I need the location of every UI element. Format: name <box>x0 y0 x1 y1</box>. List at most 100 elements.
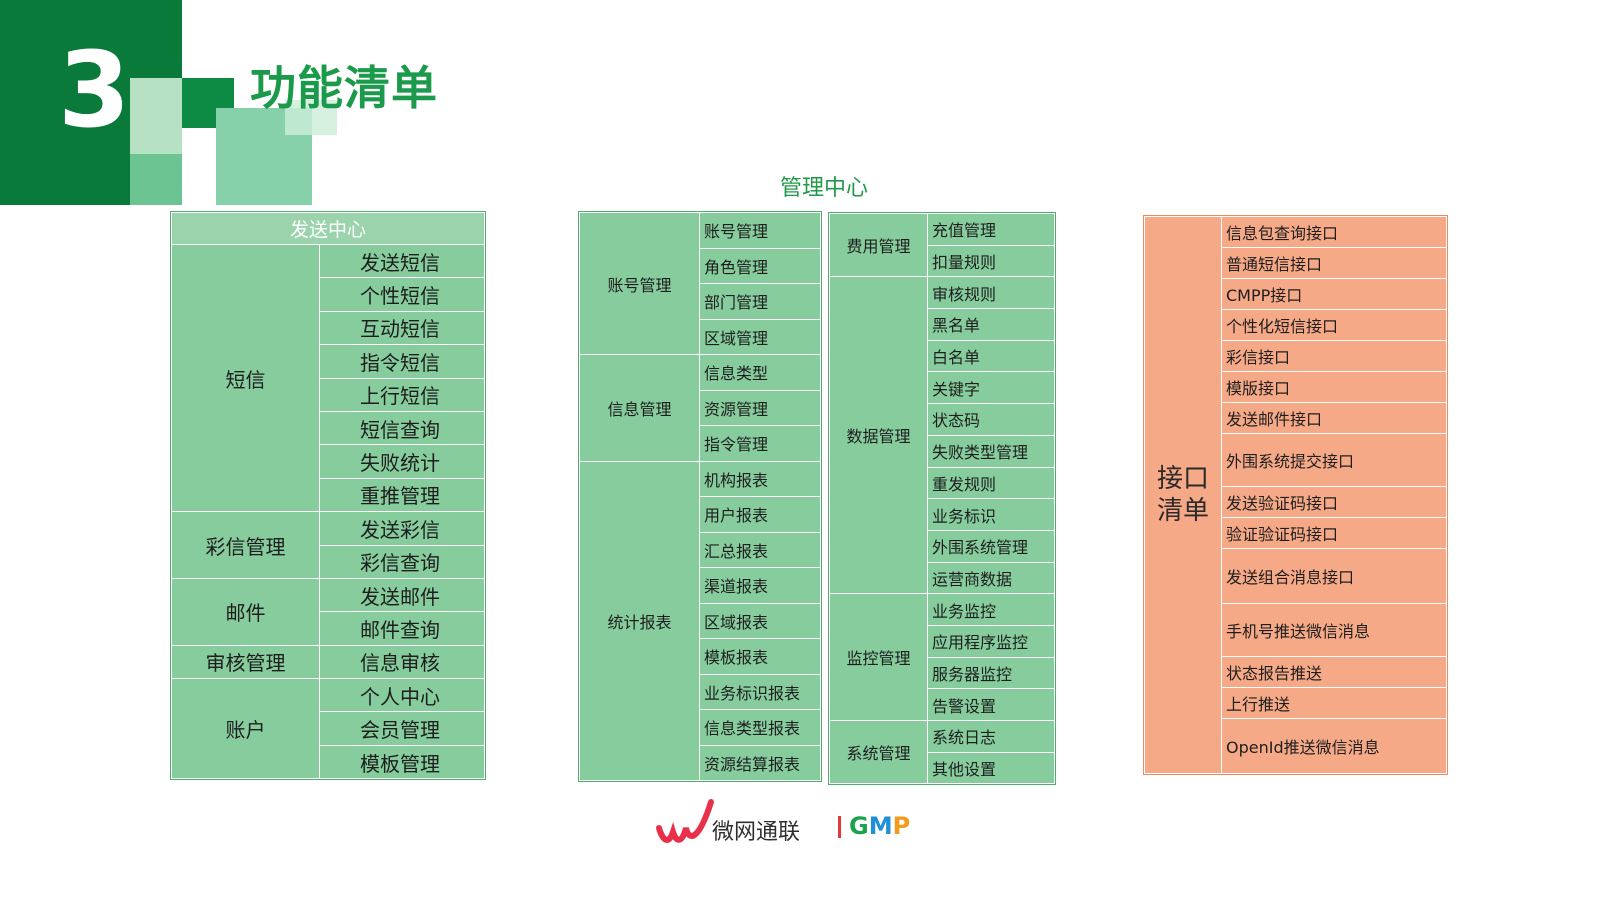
table-row: 系统管理 系统日志 <box>829 719 1055 785</box>
decor-square-mid <box>130 154 182 205</box>
item-cell: 外围系统管理 <box>927 529 1055 563</box>
item-cell: 业务监控 <box>927 593 1055 626</box>
table-row: 费用管理 充值管理 <box>829 212 1055 278</box>
item-cell: 指令管理 <box>699 425 821 462</box>
item-cell: 互动短信 <box>318 310 486 346</box>
item-cell: 信息类型报表 <box>699 709 821 746</box>
api-item-cell: 个性化短信接口 <box>1221 309 1447 341</box>
category-cell: 监控管理 <box>829 593 928 721</box>
api-item-cell: 状态报告推送 <box>1221 656 1447 688</box>
category-cell: 邮件 <box>171 577 320 646</box>
item-cell: 短信查询 <box>318 410 486 446</box>
item-cell: 重发规则 <box>927 466 1055 500</box>
decor-square-light <box>130 78 182 154</box>
table-row: 数据管理 审核规则 <box>829 276 1055 595</box>
item-cell: 扣量规则 <box>927 244 1055 278</box>
brand-divider <box>838 816 841 838</box>
mgmt-center-title: 管理中心 <box>780 176 869 201</box>
api-list-table: 接口 清单 信息包查询接口 普通短信接口 CMPP接口 个性化短信接口 彩信接口 模版接口 发送… <box>1143 215 1448 775</box>
item-cell: 模板报表 <box>699 638 821 675</box>
api-item-cell: 手机号推送微信消息 <box>1221 603 1447 657</box>
item-cell: 系统日志 <box>927 720 1055 753</box>
item-cell: 角色管理 <box>699 247 821 284</box>
api-item-cell: 发送验证码接口 <box>1221 486 1447 518</box>
item-cell: 业务标识报表 <box>699 673 821 710</box>
category-cell: 彩信管理 <box>171 511 320 579</box>
brand-letter-g: G <box>849 812 869 840</box>
table-row: 审核管理 信息审核 <box>171 644 486 680</box>
item-cell: 状态码 <box>927 403 1055 436</box>
item-cell: 发送邮件 <box>318 577 486 613</box>
item-cell: 失败类型管理 <box>927 434 1055 468</box>
category-cell: 审核管理 <box>171 644 320 680</box>
item-cell: 失败统计 <box>318 444 486 479</box>
table-row: 监控管理 业务监控 <box>829 593 1055 721</box>
category-cell: 系统管理 <box>829 719 928 785</box>
item-cell: 个人中心 <box>318 678 486 713</box>
item-cell: 资源管理 <box>699 389 821 426</box>
api-item-cell: 发送组合消息接口 <box>1221 548 1447 604</box>
item-cell: 用户报表 <box>699 496 821 533</box>
item-cell: 上行短信 <box>318 377 486 412</box>
mgmt-left-table: 账号管理 账号管理 角色管理 部门管理 区域管理 信息管理 信息类型 资源管理 指令管理 统计报表… <box>578 211 822 782</box>
api-item-cell: 模版接口 <box>1221 371 1447 403</box>
api-item-cell: OpenId推送微信消息 <box>1221 718 1447 774</box>
api-item-cell: CMPP接口 <box>1221 278 1447 310</box>
category-cell: 信息管理 <box>579 354 700 462</box>
brand-letter-m: M <box>868 812 893 840</box>
table-row: 统计报表 机构报表 <box>579 460 821 781</box>
item-cell: 发送短信 <box>318 243 486 279</box>
item-cell: 应用程序监控 <box>927 624 1055 658</box>
item-cell: 资源结算报表 <box>699 744 821 781</box>
brand-product: GMP <box>849 812 910 840</box>
item-cell: 白名单 <box>927 339 1055 373</box>
item-cell: 服务器监控 <box>927 656 1055 690</box>
item-cell: 区域报表 <box>699 602 821 639</box>
item-cell: 重推管理 <box>318 477 486 513</box>
table-row: 邮件 发送邮件 <box>171 577 486 646</box>
page-title: 功能清单 <box>250 61 438 115</box>
send-center-header: 发送中心 <box>170 212 486 245</box>
api-label-cell: 接口 清单 <box>1144 216 1222 774</box>
api-item-cell: 上行推送 <box>1221 687 1447 719</box>
item-cell: 充值管理 <box>927 213 1055 246</box>
table-row: 信息管理 信息类型 <box>579 354 821 462</box>
table-row: 账号管理 账号管理 <box>579 212 821 355</box>
item-cell: 运营商数据 <box>927 561 1055 595</box>
api-label-line2: 清单 <box>1156 496 1209 526</box>
item-cell: 汇总报表 <box>699 531 821 568</box>
table-row: 短信 发送短信 <box>171 243 486 513</box>
section-number: 3 <box>58 29 131 151</box>
table-row: 彩信管理 发送彩信 <box>171 511 486 579</box>
item-cell: 区域管理 <box>699 318 821 355</box>
item-cell: 账号管理 <box>699 212 821 249</box>
mgmt-right-table: 费用管理 充值管理 扣量规则 数据管理 审核规则 黑名单 白名单 关键字 状态码 失败类型管理 重发… <box>828 211 1056 786</box>
item-cell: 关键字 <box>927 371 1055 405</box>
item-cell: 邮件查询 <box>318 611 486 646</box>
api-item-cell: 发送邮件接口 <box>1221 402 1447 434</box>
item-cell: 信息审核 <box>318 644 486 680</box>
brand-logo-icon <box>656 799 714 843</box>
send-center-table: 发送中心 短信 发送短信 个性短信 互动短信 指令短信 上行短信 短信查询 失败统计 重推管理 彩信… <box>169 210 487 781</box>
item-cell: 发送彩信 <box>318 511 486 546</box>
category-cell: 数据管理 <box>829 276 928 595</box>
item-cell: 黑名单 <box>927 308 1055 341</box>
item-cell: 告警设置 <box>927 688 1055 721</box>
category-cell: 账号管理 <box>579 212 700 355</box>
item-cell: 模板管理 <box>318 744 486 780</box>
category-cell: 账户 <box>171 678 320 780</box>
item-cell: 信息类型 <box>699 354 821 391</box>
item-cell: 彩信查询 <box>318 544 486 579</box>
category-cell: 统计报表 <box>579 460 700 781</box>
api-item-cell: 信息包查询接口 <box>1221 216 1447 248</box>
brand-name: 微网通联 <box>712 820 801 845</box>
item-cell: 其他设置 <box>927 751 1055 785</box>
category-cell: 短信 <box>171 243 320 513</box>
item-cell: 部门管理 <box>699 283 821 320</box>
item-cell: 审核规则 <box>927 276 1055 310</box>
item-cell: 机构报表 <box>699 460 821 497</box>
api-item-cell: 验证验证码接口 <box>1221 517 1447 549</box>
table-row: 账户 个人中心 <box>171 678 486 780</box>
api-label-line1: 接口 <box>1156 464 1209 494</box>
item-cell: 指令短信 <box>318 344 486 379</box>
